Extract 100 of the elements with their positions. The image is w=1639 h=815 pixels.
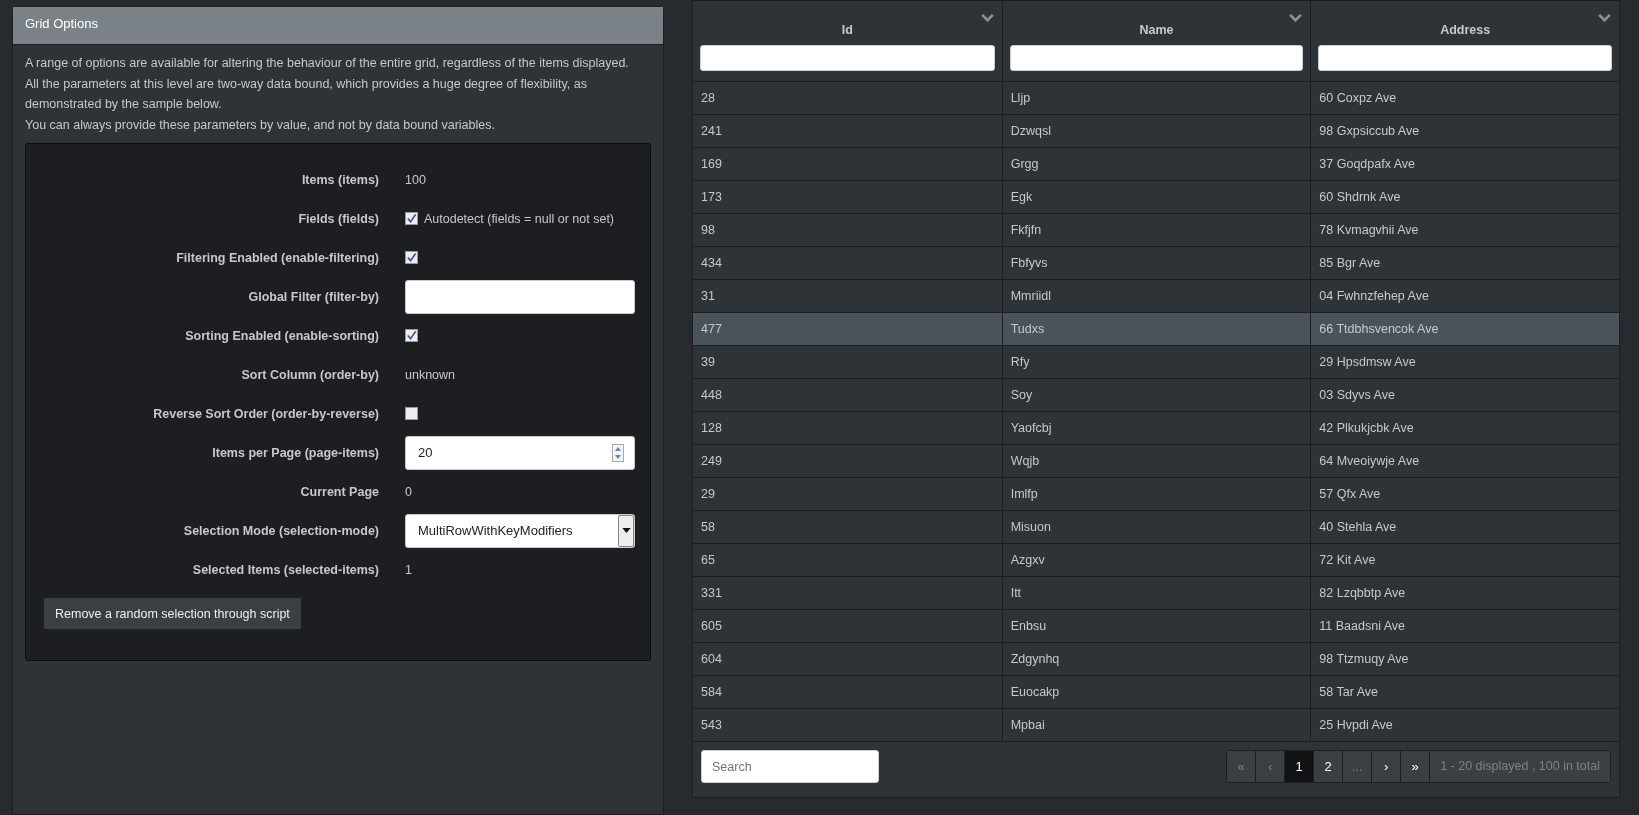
- table-cell: Egk: [1001, 181, 1311, 213]
- table-row[interactable]: 98 Fkfjfn 78 Kvmagvhii Ave: [693, 214, 1619, 247]
- option-value: 1: [405, 562, 412, 577]
- page-button[interactable]: »: [1401, 751, 1431, 782]
- table-row[interactable]: 29 Imlfp 57 Qfx Ave: [693, 478, 1619, 511]
- number-field[interactable]: 20: [405, 435, 635, 470]
- column-filter-field[interactable]: [1009, 45, 1304, 71]
- description-text: You can always provide these parameters by value, and not by data bound variables.: [25, 116, 496, 134]
- table-cell-text: 605: [700, 618, 723, 635]
- table-cell: 42 Plkukjcbk Ave: [1310, 412, 1619, 444]
- spinner-icon[interactable]: [612, 443, 624, 462]
- table-row[interactable]: 434 Fbfyvs 85 Bgr Ave: [693, 247, 1619, 280]
- table-row[interactable]: 477 Tudxs 66 Ttdbhsvencok Ave: [693, 313, 1619, 346]
- table-cell: Mpbai: [1001, 709, 1311, 741]
- table-cell: 11 Baadsni Ave: [1310, 610, 1619, 642]
- table-cell: 60 Shdrnk Ave: [1310, 181, 1619, 213]
- column-header[interactable]: Name: [1139, 23, 1174, 37]
- table-row[interactable]: 331 Itt 82 Lzqbbtp Ave: [693, 577, 1619, 610]
- table-cell-text: 477: [700, 321, 723, 338]
- table-cell: Lljp: [1001, 82, 1311, 114]
- table-cell: 72 Kit Ave: [1310, 544, 1619, 576]
- table-row[interactable]: 128 Yaofcbj 42 Plkukjcbk Ave: [693, 412, 1619, 445]
- table-row[interactable]: 249 Wqjb 64 Mveoiywje Ave: [693, 445, 1619, 478]
- table-cell: 98 Gxpsiccub Ave: [1310, 115, 1619, 147]
- table-cell: Fkfjfn: [1001, 214, 1311, 246]
- table-cell: Soy: [1001, 379, 1311, 411]
- sort-chevron-icon[interactable]: [1289, 14, 1303, 22]
- table-cell: Zdgynhq: [1001, 643, 1311, 675]
- option-label: Items per Page (page-items): [211, 445, 379, 460]
- table-cell-text: 29: [700, 486, 716, 503]
- column-filter-field[interactable]: [700, 45, 995, 71]
- table-cell-text: 28: [700, 90, 716, 107]
- selection-dropdown[interactable]: MultiRowWithKeyModifiers: [405, 513, 635, 548]
- page-button[interactable]: 1: [1285, 751, 1315, 782]
- option-value: 100: [405, 172, 426, 187]
- table-cell: 57 Qfx Ave: [1310, 478, 1619, 510]
- table-row[interactable]: 173 Egk 60 Shdrnk Ave: [693, 181, 1619, 214]
- table-cell-text: 249: [700, 453, 723, 470]
- table-cell: Enbsu: [1001, 610, 1311, 642]
- table-cell: 78 Kvmagvhii Ave: [1310, 214, 1619, 246]
- table-cell-text: 434: [700, 255, 723, 272]
- table-cell-text: 39: [700, 354, 716, 371]
- checkbox-label: Autodetect (fields = null or not set): [424, 211, 615, 226]
- table-cell-text: 58: [700, 519, 716, 536]
- table-cell: Dzwqsl: [1001, 115, 1311, 147]
- checkbox[interactable]: [405, 329, 418, 342]
- table-row[interactable]: 604 Zdgynhq 98 Ttzmuqy Ave: [693, 643, 1619, 676]
- panel-title: Grid Options: [13, 7, 663, 45]
- option-label: Global Filter (filter-by): [247, 289, 379, 304]
- table-cell: Misuon: [1001, 511, 1311, 543]
- table-cell: Rfy: [1001, 346, 1311, 378]
- table-row[interactable]: 169 Grgg 37 Goqdpafx Ave: [693, 148, 1619, 181]
- search-field[interactable]: Search: [701, 750, 879, 783]
- table-cell: Yaofcbj: [1001, 412, 1311, 444]
- table-cell-text: 448: [700, 387, 723, 404]
- sort-chevron-icon[interactable]: [1598, 14, 1611, 22]
- table-cell: Tudxs: [1001, 313, 1311, 345]
- description-text: A range of options are available for altering the behaviour of the entire grid, regardless of the items displayed.: [25, 55, 630, 72]
- table-cell: Imlfp: [1001, 478, 1311, 510]
- table-row[interactable]: 584 Euocakp 58 Tar Ave: [693, 676, 1619, 709]
- table-cell: 29 Hpsdmsw Ave: [1310, 346, 1619, 378]
- checkbox[interactable]: [405, 251, 418, 264]
- page-button[interactable]: ›: [1372, 751, 1402, 782]
- column-header[interactable]: Address: [1440, 23, 1491, 37]
- table-cell-text: 331: [700, 585, 723, 602]
- table-cell: Azgxv: [1001, 544, 1311, 576]
- table-row[interactable]: 65 Azgxv 72 Kit Ave: [693, 544, 1619, 577]
- table-row[interactable]: 605 Enbsu 11 Baadsni Ave: [693, 610, 1619, 643]
- table-cell-text: 543: [700, 717, 723, 734]
- option-value: unknown: [405, 367, 456, 382]
- table-cell-text: 604: [700, 651, 723, 668]
- table-cell: 60 Coxpz Ave: [1310, 82, 1619, 114]
- table-cell-text: 98: [700, 222, 716, 239]
- remove-selection-button[interactable]: Remove a random selection through script: [43, 597, 302, 630]
- option-label: Sort Column (order-by): [240, 367, 379, 382]
- table-cell-text: 65: [700, 552, 716, 569]
- page-button[interactable]: 2: [1314, 751, 1344, 782]
- table-cell: 04 Fwhnzfehep Ave: [1310, 280, 1619, 312]
- table-cell: 58 Tar Ave: [1310, 676, 1619, 708]
- option-label: Fields (fields): [297, 211, 379, 226]
- option-label: Selection Mode (selection-mode): [182, 523, 379, 538]
- sort-chevron-icon[interactable]: [980, 14, 994, 22]
- table-row[interactable]: 28 Lljp 60 Coxpz Ave: [693, 82, 1619, 115]
- filter-field[interactable]: [405, 279, 635, 314]
- table-cell: Euocakp: [1001, 676, 1311, 708]
- table-cell: 03 Sdyvs Ave: [1310, 379, 1619, 411]
- table-row[interactable]: 58 Misuon 40 Stehla Ave: [693, 511, 1619, 544]
- column-filter-field[interactable]: [1318, 45, 1612, 71]
- table-row[interactable]: 448 Soy 03 Sdyvs Ave: [693, 379, 1619, 412]
- checkbox[interactable]: [405, 212, 418, 225]
- option-value: 0: [405, 484, 412, 499]
- table-row[interactable]: 241 Dzwqsl 98 Gxpsiccub Ave: [693, 115, 1619, 148]
- table-cell-text: 128: [700, 420, 723, 437]
- table-row[interactable]: 543 Mpbai 25 Hvpdi Ave: [693, 709, 1619, 742]
- dropdown-caret-icon[interactable]: [618, 514, 634, 547]
- table-row[interactable]: 39 Rfy 29 Hpsdmsw Ave: [693, 346, 1619, 379]
- table-cell: 25 Hvpdi Ave: [1310, 709, 1619, 741]
- table-cell: Fbfyvs: [1001, 247, 1311, 279]
- column-header[interactable]: Id: [841, 23, 853, 37]
- checkbox[interactable]: [405, 407, 418, 420]
